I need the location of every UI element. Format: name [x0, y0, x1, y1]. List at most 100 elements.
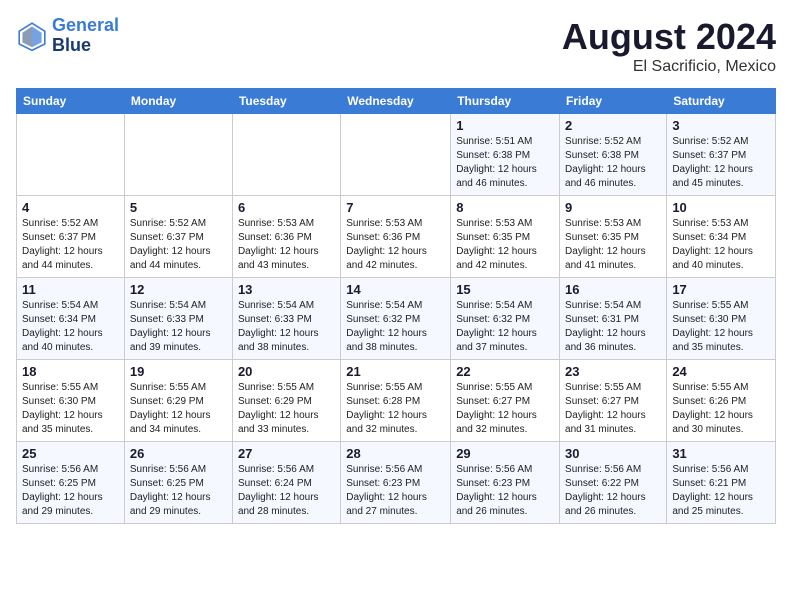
calendar-cell: 25Sunrise: 5:56 AM Sunset: 6:25 PM Dayli…	[17, 442, 125, 524]
day-info: Sunrise: 5:56 AM Sunset: 6:22 PM Dayligh…	[565, 463, 661, 519]
calendar-cell: 14 Sunrise: 5:54 AM Sunset: 6:32 PM Dayli…	[341, 278, 451, 360]
calendar-cell: 28Sunrise: 5:56 AM Sunset: 6:23 PM Dayli…	[341, 442, 451, 524]
day-info: Sunrise: 5:56 AM Sunset: 6:21 PM Dayligh…	[672, 463, 770, 519]
day-number: 28	[346, 446, 445, 461]
calendar-cell: 7 Sunrise: 5:53 AM Sunset: 6:36 PM Daylig…	[341, 196, 451, 278]
calendar-cell: 11 Sunrise: 5:54 AM Sunset: 6:34 PM Dayli…	[17, 278, 125, 360]
calendar-cell: 21 Sunrise: 5:55 AM Sunset: 6:28 PM Dayli…	[341, 360, 451, 442]
calendar-header-row: SundayMondayTuesdayWednesdayThursdayFrid…	[17, 89, 776, 114]
calendar-week-5: 25Sunrise: 5:56 AM Sunset: 6:25 PM Dayli…	[17, 442, 776, 524]
day-number: 10	[672, 200, 770, 215]
day-info: Sunrise: 5:55 AM Sunset: 6:29 PM Dayligh…	[238, 381, 335, 437]
day-number: 31	[672, 446, 770, 461]
day-info: Sunrise: 5:55 AM Sunset: 6:28 PM Dayligh…	[346, 381, 445, 437]
day-info: Sunrise: 5:51 AM Sunset: 6:38 PM Dayligh…	[456, 135, 554, 191]
day-info: Sunrise: 5:56 AM Sunset: 6:25 PM Dayligh…	[22, 463, 119, 519]
month-year-title: August 2024	[562, 16, 776, 58]
day-number: 21	[346, 364, 445, 379]
day-info: Sunrise: 5:54 AM Sunset: 6:32 PM Dayligh…	[456, 299, 554, 355]
day-info: Sunrise: 5:55 AM Sunset: 6:27 PM Dayligh…	[456, 381, 554, 437]
header-tuesday: Tuesday	[232, 89, 340, 114]
header-monday: Monday	[124, 89, 232, 114]
calendar-cell: 18 Sunrise: 5:55 AM Sunset: 6:30 PM Dayli…	[17, 360, 125, 442]
calendar-cell: 26Sunrise: 5:56 AM Sunset: 6:25 PM Dayli…	[124, 442, 232, 524]
day-info: Sunrise: 5:53 AM Sunset: 6:36 PM Dayligh…	[238, 217, 335, 273]
day-number: 18	[22, 364, 119, 379]
day-info: Sunrise: 5:52 AM Sunset: 6:37 PM Dayligh…	[22, 217, 119, 273]
calendar-cell: 29 Sunrise: 5:56 AM Sunset: 6:23 PM Dayli…	[451, 442, 560, 524]
day-number: 20	[238, 364, 335, 379]
day-number: 22	[456, 364, 554, 379]
logo: GeneralBlue	[16, 16, 119, 56]
day-number: 7	[346, 200, 445, 215]
day-number: 1	[456, 118, 554, 133]
calendar-cell: 4 Sunrise: 5:52 AM Sunset: 6:37 PM Daylig…	[17, 196, 125, 278]
logo-text: GeneralBlue	[52, 16, 119, 56]
day-info: Sunrise: 5:56 AM Sunset: 6:23 PM Dayligh…	[456, 463, 554, 519]
header-saturday: Saturday	[667, 89, 776, 114]
day-number: 30	[565, 446, 661, 461]
day-info: Sunrise: 5:55 AM Sunset: 6:27 PM Dayligh…	[565, 381, 661, 437]
day-info: Sunrise: 5:55 AM Sunset: 6:26 PM Dayligh…	[672, 381, 770, 437]
calendar-cell: 24 Sunrise: 5:55 AM Sunset: 6:26 PM Dayli…	[667, 360, 776, 442]
calendar-cell: 12Sunrise: 5:54 AM Sunset: 6:33 PM Dayli…	[124, 278, 232, 360]
header-thursday: Thursday	[451, 89, 560, 114]
calendar-cell: 3 Sunrise: 5:52 AM Sunset: 6:37 PM Daylig…	[667, 114, 776, 196]
calendar-cell: 6 Sunrise: 5:53 AM Sunset: 6:36 PM Daylig…	[232, 196, 340, 278]
day-number: 4	[22, 200, 119, 215]
day-info: Sunrise: 5:52 AM Sunset: 6:38 PM Dayligh…	[565, 135, 661, 191]
calendar-cell: 5 Sunrise: 5:52 AM Sunset: 6:37 PM Daylig…	[124, 196, 232, 278]
day-number: 5	[130, 200, 227, 215]
title-block: August 2024 El Sacrificio, Mexico	[562, 16, 776, 76]
calendar-cell: 1 Sunrise: 5:51 AM Sunset: 6:38 PM Daylig…	[451, 114, 560, 196]
calendar-cell	[232, 114, 340, 196]
header-friday: Friday	[560, 89, 667, 114]
calendar-cell: 30 Sunrise: 5:56 AM Sunset: 6:22 PM Dayli…	[560, 442, 667, 524]
day-number: 14	[346, 282, 445, 297]
day-info: Sunrise: 5:56 AM Sunset: 6:24 PM Dayligh…	[238, 463, 335, 519]
day-info: Sunrise: 5:54 AM Sunset: 6:32 PM Dayligh…	[346, 299, 445, 355]
calendar-cell: 31 Sunrise: 5:56 AM Sunset: 6:21 PM Dayli…	[667, 442, 776, 524]
day-info: Sunrise: 5:55 AM Sunset: 6:29 PM Dayligh…	[130, 381, 227, 437]
calendar-cell: 27 Sunrise: 5:56 AM Sunset: 6:24 PM Dayli…	[232, 442, 340, 524]
calendar-cell: 8Sunrise: 5:53 AM Sunset: 6:35 PM Daylig…	[451, 196, 560, 278]
day-info: Sunrise: 5:53 AM Sunset: 6:36 PM Dayligh…	[346, 217, 445, 273]
calendar-cell: 23 Sunrise: 5:55 AM Sunset: 6:27 PM Dayli…	[560, 360, 667, 442]
day-info: Sunrise: 5:56 AM Sunset: 6:25 PM Dayligh…	[130, 463, 227, 519]
day-info: Sunrise: 5:54 AM Sunset: 6:33 PM Dayligh…	[130, 299, 227, 355]
day-info: Sunrise: 5:52 AM Sunset: 6:37 PM Dayligh…	[130, 217, 227, 273]
day-number: 29	[456, 446, 554, 461]
calendar-cell: 17Sunrise: 5:55 AM Sunset: 6:30 PM Dayli…	[667, 278, 776, 360]
calendar-cell: 19 Sunrise: 5:55 AM Sunset: 6:29 PM Dayli…	[124, 360, 232, 442]
day-info: Sunrise: 5:54 AM Sunset: 6:34 PM Dayligh…	[22, 299, 119, 355]
header-wednesday: Wednesday	[341, 89, 451, 114]
day-number: 16	[565, 282, 661, 297]
day-number: 15	[456, 282, 554, 297]
day-info: Sunrise: 5:55 AM Sunset: 6:30 PM Dayligh…	[22, 381, 119, 437]
header-sunday: Sunday	[17, 89, 125, 114]
day-info: Sunrise: 5:53 AM Sunset: 6:34 PM Dayligh…	[672, 217, 770, 273]
day-number: 6	[238, 200, 335, 215]
day-number: 13	[238, 282, 335, 297]
day-number: 24	[672, 364, 770, 379]
day-info: Sunrise: 5:54 AM Sunset: 6:33 PM Dayligh…	[238, 299, 335, 355]
calendar-cell: 9Sunrise: 5:53 AM Sunset: 6:35 PM Daylig…	[560, 196, 667, 278]
day-info: Sunrise: 5:55 AM Sunset: 6:30 PM Dayligh…	[672, 299, 770, 355]
day-number: 11	[22, 282, 119, 297]
calendar-cell: 16Sunrise: 5:54 AM Sunset: 6:31 PM Dayli…	[560, 278, 667, 360]
calendar-week-4: 18 Sunrise: 5:55 AM Sunset: 6:30 PM Dayli…	[17, 360, 776, 442]
calendar-cell	[341, 114, 451, 196]
day-number: 27	[238, 446, 335, 461]
calendar-week-3: 11 Sunrise: 5:54 AM Sunset: 6:34 PM Dayli…	[17, 278, 776, 360]
day-info: Sunrise: 5:53 AM Sunset: 6:35 PM Dayligh…	[456, 217, 554, 273]
day-number: 3	[672, 118, 770, 133]
calendar-cell	[17, 114, 125, 196]
page-header: GeneralBlue August 2024 El Sacrificio, M…	[16, 16, 776, 76]
day-number: 23	[565, 364, 661, 379]
logo-icon	[16, 20, 48, 52]
calendar-cell: 10 Sunrise: 5:53 AM Sunset: 6:34 PM Dayli…	[667, 196, 776, 278]
calendar-table: SundayMondayTuesdayWednesdayThursdayFrid…	[16, 88, 776, 524]
day-number: 19	[130, 364, 227, 379]
day-info: Sunrise: 5:52 AM Sunset: 6:37 PM Dayligh…	[672, 135, 770, 191]
calendar-cell: 20 Sunrise: 5:55 AM Sunset: 6:29 PM Dayli…	[232, 360, 340, 442]
